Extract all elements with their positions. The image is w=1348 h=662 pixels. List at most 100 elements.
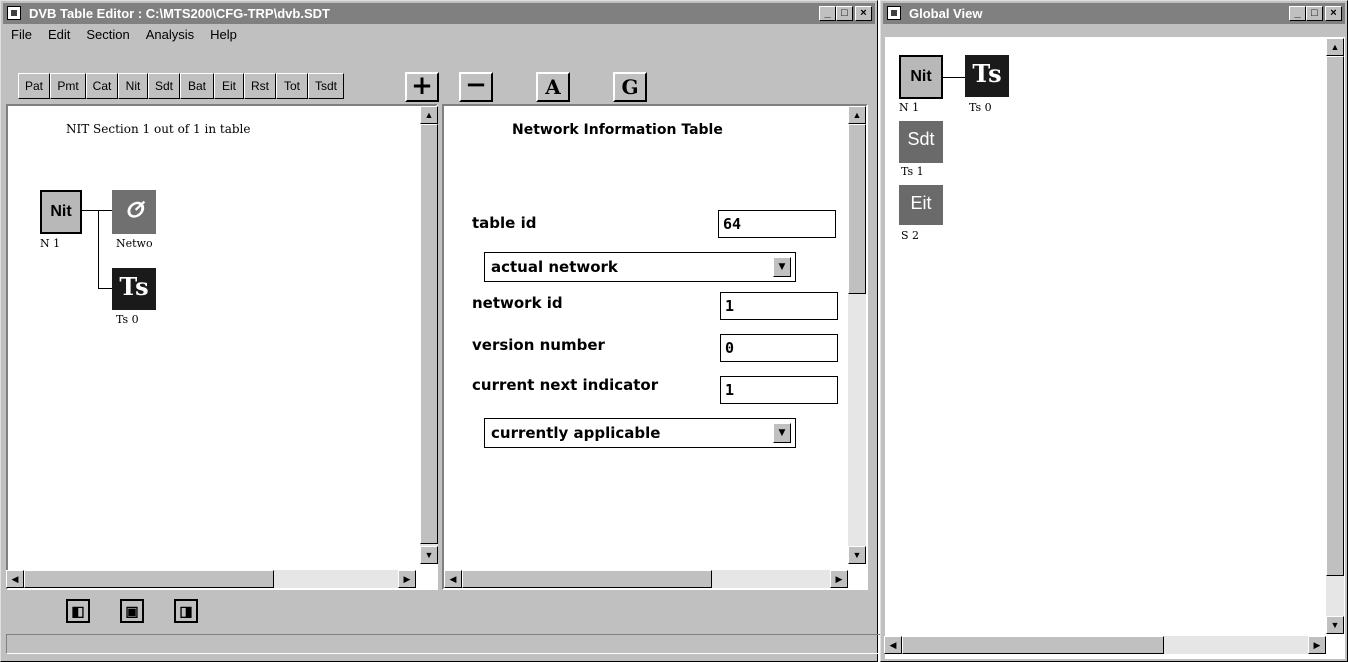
g-button[interactable]: G	[613, 72, 647, 102]
tree-connector-ts	[98, 288, 112, 289]
global-view-title: Global View	[909, 6, 983, 21]
network-id-field[interactable]: 1	[720, 292, 838, 320]
menu-file[interactable]: File	[9, 27, 34, 47]
gv-eit-caption: S 2	[901, 229, 920, 242]
network-type-select[interactable]: actual network ▼	[484, 252, 796, 282]
maximize-button[interactable]: □	[1306, 6, 1323, 21]
gv-nit-caption: N 1	[899, 101, 920, 114]
tree-horizontal-scrollbar[interactable]: ◀ ▶	[6, 570, 416, 588]
a-button[interactable]: A	[536, 72, 570, 102]
minimize-button[interactable]: _	[1289, 6, 1306, 21]
global-view-titlebar[interactable]: Global View _ □ ×	[883, 3, 1345, 24]
gv-vscroll-thumb[interactable]	[1326, 56, 1344, 576]
ts-caption: Ts 0	[116, 313, 139, 326]
gv-sdt-node[interactable]: Sdt	[899, 121, 943, 163]
menu-help[interactable]: Help	[208, 27, 239, 47]
form-vscroll-thumb[interactable]	[848, 124, 866, 294]
version-number-label: version number	[472, 336, 605, 354]
next-section-icon[interactable]: ◨	[174, 599, 198, 623]
scroll-down-button[interactable]: ▼	[1326, 616, 1344, 634]
menu-bar: File Edit Section Analysis Help	[5, 27, 239, 47]
a-icon: A	[545, 75, 561, 99]
tab-tot[interactable]: Tot	[276, 73, 308, 99]
tab-tsdt[interactable]: Tsdt	[308, 73, 344, 99]
form-title: Network Information Table	[512, 122, 723, 138]
gv-eit-node[interactable]: Eit	[899, 185, 943, 225]
global-view-vertical-scrollbar[interactable]: ▲ ▼	[1326, 38, 1344, 634]
scroll-up-button[interactable]: ▲	[848, 106, 866, 124]
network-icon: ⵚ	[125, 198, 143, 222]
app-icon	[887, 6, 901, 20]
tree-vertical-scrollbar[interactable]: ▲ ▼	[420, 106, 438, 564]
remove-button[interactable]: −	[459, 72, 493, 102]
form-horizontal-scrollbar[interactable]: ◀ ▶	[444, 570, 848, 588]
previous-section-icon[interactable]: ◧	[66, 599, 90, 623]
gv-hscroll-thumb[interactable]	[902, 636, 1164, 654]
editor-titlebar[interactable]: DVB Table Editor : C:\MTS200\CFG-TRP\dvb…	[3, 3, 875, 24]
tab-nit[interactable]: Nit	[118, 73, 148, 99]
gv-connector	[943, 77, 965, 78]
global-view-window: Global View _ □ × Nit N 1 Ts Ts 0 Sdt Ts…	[880, 0, 1348, 662]
gv-ts-node[interactable]: Ts	[965, 55, 1009, 97]
table-id-field[interactable]: 64	[718, 210, 836, 238]
menu-section[interactable]: Section	[84, 27, 131, 47]
menu-analysis[interactable]: Analysis	[144, 27, 196, 47]
close-button[interactable]: ×	[1325, 6, 1342, 21]
global-view-horizontal-scrollbar[interactable]: ◀ ▶	[884, 636, 1326, 654]
app-icon	[7, 6, 21, 20]
tab-cat[interactable]: Cat	[86, 73, 118, 99]
form-vertical-scrollbar[interactable]: ▲ ▼	[848, 106, 866, 564]
form-hscroll-thumb[interactable]	[462, 570, 712, 588]
tab-rst[interactable]: Rst	[244, 73, 276, 99]
g-icon: G	[621, 75, 639, 99]
chevron-down-icon[interactable]: ▼	[773, 423, 791, 443]
tab-pmt[interactable]: Pmt	[50, 73, 86, 99]
nit-caption: N 1	[40, 237, 61, 250]
editor-title: DVB Table Editor : C:\MTS200\CFG-TRP\dvb…	[29, 6, 330, 21]
scroll-up-button[interactable]: ▲	[1326, 38, 1344, 56]
menu-edit[interactable]: Edit	[46, 27, 72, 47]
tree-connector-vertical	[98, 210, 99, 288]
tab-eit[interactable]: Eit	[214, 73, 244, 99]
minus-icon: −	[465, 70, 487, 100]
network-id-label: network id	[472, 294, 563, 312]
tab-pat[interactable]: Pat	[18, 73, 50, 99]
tree-connector	[82, 210, 112, 211]
form-pane: Network Information Table table id 64 ac…	[442, 104, 868, 590]
plus-icon: +	[411, 71, 433, 101]
minimize-button[interactable]: _	[819, 6, 836, 21]
section-header: NIT Section 1 out of 1 in table	[66, 122, 251, 136]
gv-ts-caption: Ts 0	[969, 101, 992, 114]
scroll-left-button[interactable]: ◀	[884, 636, 902, 654]
scroll-left-button[interactable]: ◀	[444, 570, 462, 588]
tab-bat[interactable]: Bat	[180, 73, 214, 99]
scroll-down-button[interactable]: ▼	[420, 546, 438, 564]
applicability-select[interactable]: currently applicable ▼	[484, 418, 796, 448]
tree-pane: NIT Section 1 out of 1 in table Nit N 1 …	[6, 104, 438, 590]
close-button[interactable]: ×	[855, 6, 872, 21]
scroll-right-button[interactable]: ▶	[398, 570, 416, 588]
scroll-down-button[interactable]: ▼	[848, 546, 866, 564]
add-button[interactable]: +	[405, 72, 439, 102]
network-type-value: actual network	[491, 258, 618, 276]
maximize-button[interactable]: □	[836, 6, 853, 21]
tree-hscroll-thumb[interactable]	[24, 570, 274, 588]
tree-vscroll-thumb[interactable]	[420, 124, 438, 544]
chevron-down-icon[interactable]: ▼	[773, 257, 791, 277]
nit-node[interactable]: Nit	[40, 190, 82, 234]
applicability-value: currently applicable	[491, 424, 661, 442]
scroll-right-button[interactable]: ▶	[830, 570, 848, 588]
ts-node[interactable]: Ts	[112, 268, 156, 310]
section-info-icon[interactable]: ▣	[120, 599, 144, 623]
network-caption: Netwo	[116, 237, 153, 250]
gv-sdt-caption: Ts 1	[901, 165, 924, 178]
version-number-field[interactable]: 0	[720, 334, 838, 362]
network-node[interactable]: ⵚ	[112, 190, 156, 234]
current-next-indicator-field[interactable]: 1	[720, 376, 838, 404]
gv-nit-node[interactable]: Nit	[899, 55, 943, 99]
scroll-up-button[interactable]: ▲	[420, 106, 438, 124]
global-view-pane: Nit N 1 Ts Ts 0 Sdt Ts 1 Eit S 2	[885, 37, 1345, 659]
tab-sdt[interactable]: Sdt	[148, 73, 180, 99]
scroll-right-button[interactable]: ▶	[1308, 636, 1326, 654]
scroll-left-button[interactable]: ◀	[6, 570, 24, 588]
